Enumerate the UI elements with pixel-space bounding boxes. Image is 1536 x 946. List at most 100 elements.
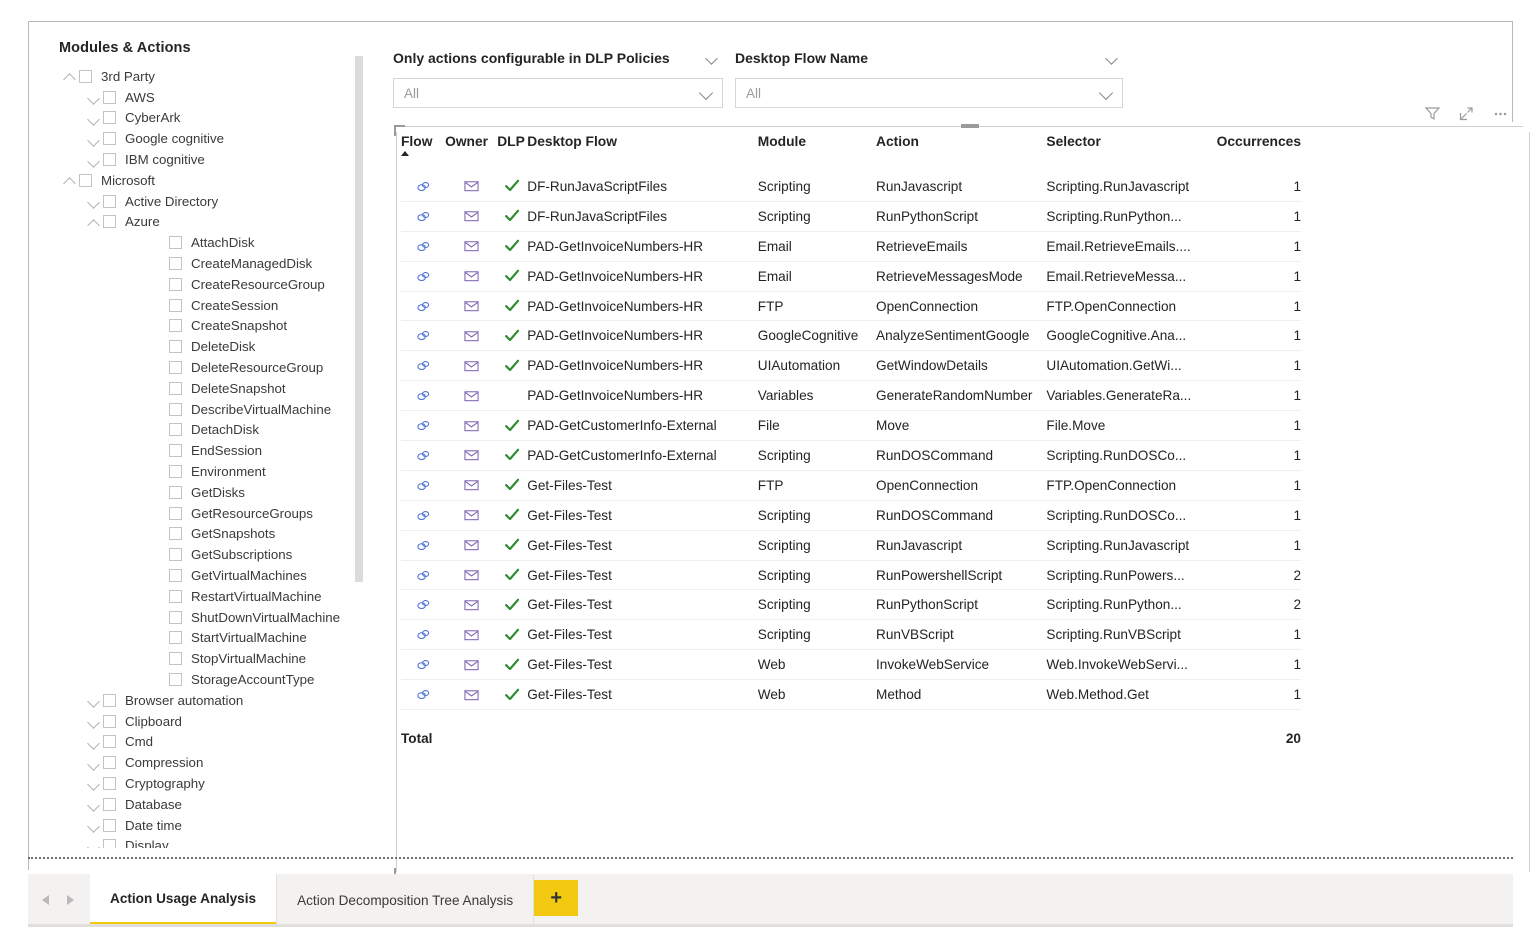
link-icon[interactable] [401, 292, 445, 320]
envelope-icon[interactable] [445, 262, 497, 290]
tree-item[interactable]: CyberArk [43, 108, 373, 129]
envelope-icon[interactable] [445, 471, 497, 499]
column-header-module[interactable]: Module [758, 134, 876, 172]
cell-flow[interactable] [401, 589, 446, 621]
tree-item[interactable]: GetResourceGroups [43, 503, 373, 524]
tree-item[interactable]: StopVirtualMachine [43, 648, 373, 669]
cell-flow[interactable] [401, 350, 446, 382]
chevron-down-icon[interactable] [85, 192, 103, 210]
envelope-icon[interactable] [445, 172, 497, 200]
tree-item-checkbox[interactable] [169, 485, 182, 499]
cell-owner[interactable] [445, 440, 498, 471]
focus-mode-icon[interactable] [1457, 104, 1475, 122]
table-row[interactable]: PAD-GetCustomerInfo-External Scripting Run… [401, 440, 1301, 471]
tree-item-checkbox[interactable] [103, 90, 116, 104]
tree-item-checkbox[interactable] [169, 527, 182, 541]
slicer-dlp-header[interactable]: Only actions configurable in DLP Policie… [393, 50, 723, 66]
table-row[interactable]: Get-Files-Test Scripting RunPowershellScri… [401, 560, 1301, 591]
envelope-icon[interactable] [445, 321, 497, 349]
tree-item-checkbox[interactable] [169, 652, 182, 666]
tree-item[interactable]: GetSubscriptions [43, 544, 373, 565]
table-row[interactable]: Get-Files-Test Scripting RunVBScript Script… [401, 619, 1301, 651]
link-icon[interactable] [401, 561, 445, 589]
cell-owner[interactable] [445, 649, 498, 681]
tree-item[interactable]: Browser automation [43, 690, 373, 711]
tree-item-checkbox[interactable] [169, 569, 182, 583]
tree-item[interactable]: Azure [43, 212, 373, 233]
envelope-icon[interactable] [445, 292, 497, 320]
tree-item[interactable]: ShutDownVirtualMachine [43, 607, 373, 628]
chevron-down-icon[interactable] [1100, 86, 1114, 100]
tree-item-checkbox[interactable] [169, 340, 182, 354]
tree-item-checkbox[interactable] [169, 381, 182, 395]
envelope-icon[interactable] [445, 561, 497, 589]
column-header-desktop-flow[interactable]: Desktop Flow [527, 134, 758, 172]
chevron-down-icon[interactable] [85, 754, 103, 772]
tree-item[interactable]: Compression [43, 752, 373, 773]
tree-item-checkbox[interactable] [169, 402, 182, 416]
tree-item-checkbox[interactable] [103, 776, 116, 790]
cell-flow[interactable] [401, 649, 446, 681]
chevron-down-icon[interactable] [85, 816, 103, 834]
tree-item-checkbox[interactable] [79, 173, 92, 187]
cell-owner[interactable] [445, 172, 498, 202]
cell-owner[interactable] [445, 619, 498, 651]
tree-item[interactable]: DeleteSnapshot [43, 378, 373, 399]
tree-item[interactable]: Clipboard [43, 711, 373, 732]
cell-owner[interactable] [445, 231, 498, 262]
envelope-icon[interactable] [445, 531, 497, 559]
column-header-selector[interactable]: Selector [1046, 134, 1204, 172]
chevron-down-icon[interactable] [85, 691, 103, 709]
tree-item[interactable]: Database [43, 794, 373, 815]
link-icon[interactable] [401, 411, 445, 439]
tree-item-checkbox[interactable] [103, 735, 116, 749]
column-header-owner[interactable]: Owner [445, 134, 497, 172]
table-row[interactable]: PAD-GetInvoiceNumbers-HR Email RetrieveEma… [401, 231, 1301, 262]
table-row[interactable]: DF-RunJavaScriptFiles Scripting RunJavascr… [401, 172, 1301, 202]
tree-item[interactable]: StartVirtualMachine [43, 628, 373, 649]
table-row[interactable]: Get-Files-Test FTP OpenConnection FTP.OpenC… [401, 470, 1301, 501]
cell-owner[interactable] [445, 530, 498, 561]
tree-item-checkbox[interactable] [103, 194, 116, 208]
cell-flow[interactable] [401, 201, 446, 232]
tree-item[interactable]: CreateSnapshot [43, 316, 373, 337]
chevron-down-icon[interactable] [85, 88, 103, 106]
cell-flow[interactable] [401, 530, 446, 561]
column-header-dlp[interactable]: DLP [497, 134, 527, 172]
link-icon[interactable] [401, 321, 445, 349]
chevron-down-icon[interactable] [700, 86, 714, 100]
tree-item-checkbox[interactable] [103, 693, 116, 707]
envelope-icon[interactable] [445, 501, 497, 529]
tree-item[interactable]: GetVirtualMachines [43, 565, 373, 586]
tree-item-checkbox[interactable] [103, 215, 116, 229]
tree-item[interactable]: CreateResourceGroup [43, 274, 373, 295]
tree-item[interactable]: GetDisks [43, 482, 373, 503]
tree-item-checkbox[interactable] [103, 839, 116, 848]
tree-item-checkbox[interactable] [103, 132, 116, 146]
tree-item-checkbox[interactable] [169, 319, 182, 333]
more-options-icon[interactable] [1491, 104, 1509, 122]
cell-owner[interactable] [445, 589, 498, 621]
tree-item[interactable]: CreateManagedDisk [43, 253, 373, 274]
tree-item-checkbox[interactable] [169, 236, 182, 250]
cell-owner[interactable] [445, 380, 498, 412]
tree-item[interactable]: DeleteResourceGroup [43, 357, 373, 378]
tree-item-checkbox[interactable] [103, 818, 116, 832]
tree-scroll-area[interactable]: 3rd Party AWS CyberArk Google cognitive IBM … [43, 66, 373, 848]
cell-flow[interactable] [401, 231, 446, 262]
filter-icon[interactable] [1423, 104, 1441, 122]
tree-item[interactable]: Date time [43, 815, 373, 836]
cell-owner[interactable] [445, 261, 498, 292]
link-icon[interactable] [401, 351, 445, 379]
cell-flow[interactable] [401, 172, 446, 202]
column-header-action[interactable]: Action [876, 134, 1046, 172]
tree-item-checkbox[interactable] [169, 444, 182, 458]
page-tab[interactable]: Action Usage Analysis [90, 874, 278, 926]
envelope-icon[interactable] [445, 232, 497, 260]
table-row[interactable]: PAD-GetInvoiceNumbers-HR Variables Generat… [401, 380, 1301, 412]
resize-handle-top-center[interactable] [961, 124, 979, 128]
tree-item-checkbox[interactable] [103, 756, 116, 770]
tree-item[interactable]: DeleteDisk [43, 336, 373, 357]
table-row[interactable]: DF-RunJavaScriptFiles Scripting RunPythonS… [401, 201, 1301, 232]
chevron-down-icon[interactable] [85, 837, 103, 848]
